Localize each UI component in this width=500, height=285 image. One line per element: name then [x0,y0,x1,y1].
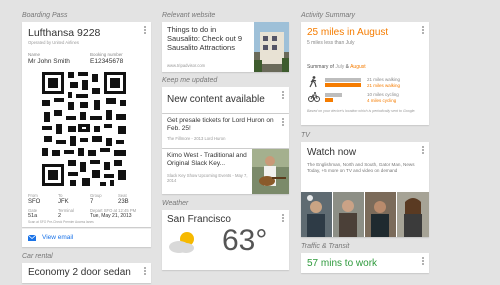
to-value: JFK [58,199,69,205]
keep-title: New content available [167,94,265,105]
weather-card[interactable]: San Francisco 63° [162,210,289,270]
flight-title: Lufthansa 9228 [28,27,101,39]
tv-description: The Englishman, North and South, Gator M… [307,162,415,173]
terminal-value: 2 [58,213,62,219]
tv-title: Watch now [307,147,357,158]
from-label: From [28,193,38,198]
relevant-url: www.tripadvisor.com [167,63,206,68]
card-menu-icon[interactable] [282,91,285,100]
card-menu-icon[interactable] [422,146,425,155]
booking-label: Booking number [90,52,123,57]
seat-value: 23B [118,199,129,205]
walk-aug-label: 21 miles walking [367,83,401,88]
depart-date: Tue, May 21, 2013 [90,213,132,219]
walk-aug-bar [325,83,362,87]
card-menu-icon[interactable] [422,257,425,266]
card-menu-icon[interactable] [422,26,425,35]
passenger-name: Mr John Smith [28,58,70,65]
car-rental-card[interactable]: Economy 2 door sedan [22,263,151,283]
operated-by: Operated by United Airlines [28,40,79,45]
keep-item-1[interactable]: Get presale tickets for Lord Huron on Fe… [162,114,289,148]
column-left: Boarding Pass Lufthansa 9228 Operated by… [22,0,151,283]
boarding-section-title: Boarding Pass [22,12,68,19]
keep-updated-header-card[interactable]: New content available [162,87,289,113]
relevant-title: Things to do in Sausalito: Check out 9 S… [167,25,243,52]
cyc-july-bar [325,93,343,97]
from-value: SFO [28,199,41,205]
relevant-section-title: Relevant website [162,12,216,19]
group-label: Group [90,193,102,198]
car-rental-title: Economy 2 door sedan [28,267,131,278]
name-label: Name [28,52,41,57]
walking-icon [309,76,317,88]
keep-item-1-title: Get presale tickets for Lord Huron on Fe… [167,117,274,132]
walk-july-label: 21 miles walking [367,77,401,82]
keep-item-2-title: Kimo West - Traditional and Original Sla… [167,152,247,167]
keep-item-1-sub: The Fillmore - 2013 Lord Huron [167,136,226,141]
tv-thumbnails [301,192,429,237]
activity-section-title: Activity Summary [301,12,356,19]
activity-summary-label: Summary of July & August [307,64,366,70]
boarding-footnote: Scan at SFO Pre-Check Premier Access lan… [28,220,94,224]
cyc-july-label: 10 miles cycling [367,92,399,97]
card-menu-icon[interactable] [282,118,285,127]
keep-section-title: Keep me updated [162,77,218,84]
qr-code [40,70,128,188]
card-menu-icon[interactable] [144,26,147,35]
traffic-card[interactable]: 57 mins to work [301,253,429,273]
cyc-aug-bar [325,98,333,102]
card-menu-icon[interactable] [282,214,285,223]
view-email-label: View email [42,234,74,241]
seat-label: Seat [118,193,127,198]
boarding-pass-card[interactable]: Lufthansa 9228 Operated by United Airlin… [22,22,151,227]
keep-item-2[interactable]: Kimo West - Traditional and Original Sla… [162,149,289,194]
gate-value: 51a [28,213,38,219]
weather-temp: 63° [222,224,268,257]
activity-note: Based on your device's location which is… [307,109,416,113]
traffic-section-title: Traffic & Transit [301,243,350,250]
activity-subtitle: 5 miles less than July [307,40,355,46]
cycling-icon [308,92,320,102]
weather-section-title: Weather [162,200,189,207]
column-middle: Relevant website Things to do in Sausali… [162,0,289,270]
email-icon [28,235,36,241]
booking-number: E12345678 [90,58,124,65]
card-menu-icon[interactable] [144,267,147,276]
activity-title: 25 miles in August [307,27,389,38]
car-rental-section-title: Car rental [22,253,53,260]
musician-photo [252,149,289,194]
walk-july-bar [325,78,362,82]
view-email-link[interactable]: View email [22,228,151,247]
group-value: 7 [90,199,94,205]
column-right: Activity Summary 25 miles in August 5 mi… [301,0,429,273]
keep-item-2-sub: Slack Key Show Upcoming Events - May 7, … [167,173,248,183]
traffic-title: 57 mins to work [307,258,378,269]
partly-cloudy-icon [169,232,194,253]
tv-card[interactable]: Watch now The Englishman, North and Sout… [301,142,429,237]
cyc-aug-label: 4 miles cycling [367,98,397,103]
relevant-website-card[interactable]: Things to do in Sausalito: Check out 9 S… [162,22,289,72]
to-label: To [58,193,63,198]
tv-section-title: TV [301,132,310,139]
building-photo [254,22,289,72]
activity-summary-card[interactable]: 25 miles in August 5 miles less than Jul… [301,22,429,125]
